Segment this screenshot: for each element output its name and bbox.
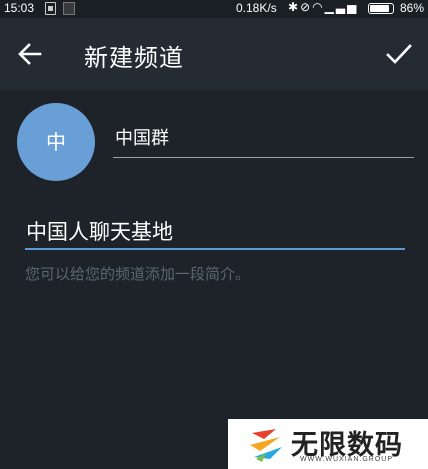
channel-name-input[interactable]: 中国群 xyxy=(113,118,414,158)
alarm-icon: ⊘ xyxy=(300,0,313,14)
notification-app-icon xyxy=(63,2,75,15)
description-hint: 您可以给您的频道添加一段简介。 xyxy=(25,265,251,283)
channel-name-value: 中国群 xyxy=(115,128,169,149)
signal-icon: ▁▃▅ xyxy=(324,0,359,14)
toolbar: 新建频道 xyxy=(0,18,428,90)
channel-description-input[interactable]: 中国人聊天基地 xyxy=(25,210,405,250)
network-speed: 0.18K/s xyxy=(236,1,277,15)
watermark: 无限数码 WWW.WUXIAN.GROUP xyxy=(228,419,428,469)
checkmark-icon[interactable] xyxy=(384,40,414,68)
status-icons: ✱⊘◠▁▃▅ xyxy=(288,0,358,14)
battery-fill xyxy=(370,5,389,12)
watermark-url: WWW.WUXIAN.GROUP xyxy=(300,456,393,463)
page-title: 新建频道 xyxy=(84,44,184,72)
wifi-icon: ◠ xyxy=(312,0,325,14)
battery-percent: 86% xyxy=(400,1,425,15)
watermark-logo-icon xyxy=(250,429,282,462)
avatar-letter: 中 xyxy=(46,130,66,154)
notification-icon xyxy=(45,2,56,15)
channel-description-value: 中国人聊天基地 xyxy=(26,220,173,244)
arrow-left-icon[interactable] xyxy=(16,40,44,68)
bluetooth-icon: ✱ xyxy=(288,0,301,14)
status-time: 15:03 xyxy=(4,1,35,15)
channel-avatar[interactable]: 中 xyxy=(17,103,95,181)
battery-icon xyxy=(368,3,394,14)
status-bar: 15:03 0.18K/s ✱⊘◠▁▃▅ 86% xyxy=(0,0,428,18)
